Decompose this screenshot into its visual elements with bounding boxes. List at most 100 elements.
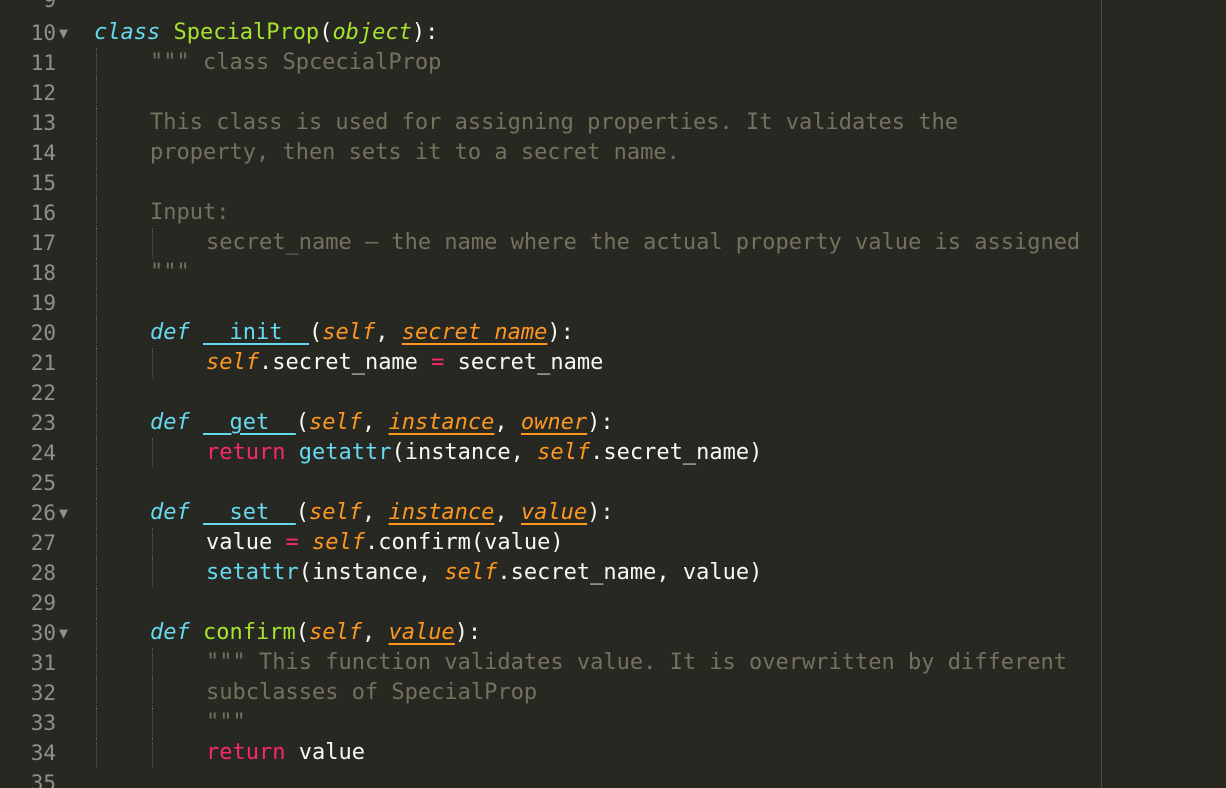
base-class: object xyxy=(332,20,412,45)
indent-guide xyxy=(96,378,97,408)
class-name: SpecialProp xyxy=(173,20,320,45)
punctuation: ( xyxy=(295,500,309,525)
identifier: value xyxy=(285,740,365,765)
self-param: self xyxy=(308,410,362,435)
punctuation: , xyxy=(494,500,521,525)
code-line-30[interactable]: 30 ▼ def confirm(self, value): xyxy=(0,618,1226,648)
code-line-33[interactable]: 33 """ xyxy=(0,708,1226,738)
code-line-10[interactable]: 10 ▼ class SpecialProp(object): xyxy=(0,18,1226,48)
code-line-26[interactable]: 26 ▼ def __set__(self, instance, value): xyxy=(0,498,1226,528)
code-line-24[interactable]: 24 return getattr(instance, self.secret_… xyxy=(0,438,1226,468)
code-line-19[interactable]: 19 xyxy=(0,288,1226,318)
line-number: 34 xyxy=(30,741,56,765)
builtin-call: getattr xyxy=(298,440,392,465)
fold-arrow-icon[interactable]: ▼ xyxy=(59,498,68,528)
code-text: def confirm(self, value): xyxy=(150,618,481,648)
docstring: """ This function validates value. It is… xyxy=(206,650,1067,675)
code-line-29[interactable]: 29 xyxy=(0,588,1226,618)
indent-guide xyxy=(152,348,153,378)
operator: = xyxy=(285,530,299,555)
function-name: __get__ xyxy=(203,410,296,435)
indent-guide xyxy=(96,318,97,348)
line-number: 32 xyxy=(30,681,56,705)
code-line-9[interactable]: 9 xyxy=(0,0,1226,15)
identifier: secret_name xyxy=(444,350,604,375)
self-keyword: self xyxy=(206,350,259,375)
code-line-35[interactable]: 35 xyxy=(0,768,1226,788)
code-text: class SpecialProp(object): xyxy=(94,18,438,48)
punctuation: , xyxy=(375,320,402,345)
line-number: 29 xyxy=(30,591,56,615)
code-line-22[interactable]: 22 xyxy=(0,378,1226,408)
arguments: (instance, xyxy=(391,440,538,465)
punctuation: , xyxy=(361,410,389,435)
self-keyword: self xyxy=(444,560,498,585)
indent-guide xyxy=(96,138,97,168)
line-number: 26 xyxy=(30,501,56,525)
code-line-13[interactable]: 13 This class is used for assigning prop… xyxy=(0,108,1226,138)
function-name: __set__ xyxy=(203,500,296,525)
indent-guide xyxy=(96,498,97,528)
docstring: """ class SpcecialProp xyxy=(150,50,442,75)
punctuation: , xyxy=(494,410,521,435)
line-number: 28 xyxy=(30,561,56,585)
param: value xyxy=(520,500,588,525)
fold-arrow-icon[interactable]: ▼ xyxy=(59,18,68,48)
code-line-34[interactable]: 34 return value xyxy=(0,738,1226,768)
code-line-14[interactable]: 14 property, then sets it to a secret na… xyxy=(0,138,1226,168)
indent-guide xyxy=(96,48,97,78)
code-line-21[interactable]: 21 self.secret_name = secret_name xyxy=(0,348,1226,378)
code-line-32[interactable]: 32 subclasses of SpecialProp xyxy=(0,678,1226,708)
code-line-20[interactable]: 20 def __init__(self, secret_name): xyxy=(0,318,1226,348)
keyword-return: return xyxy=(206,440,286,465)
code-line-25[interactable]: 25 xyxy=(0,468,1226,498)
line-number: 33 xyxy=(30,711,56,735)
indent-guide xyxy=(96,438,97,468)
self-keyword: self xyxy=(537,440,591,465)
code-line-27[interactable]: 27 value = self.confirm(value) xyxy=(0,528,1226,558)
docstring: This class is used for assigning propert… xyxy=(150,110,958,135)
docstring: """ xyxy=(206,710,246,735)
builtin-call: setattr xyxy=(206,560,299,585)
line-number: 23 xyxy=(30,411,56,435)
code-editor[interactable]: 9 10 ▼ class SpecialProp(object): 11 """… xyxy=(0,0,1226,788)
indent-guide xyxy=(96,468,97,498)
indent-guide xyxy=(96,648,97,678)
code-line-11[interactable]: 11 """ class SpcecialProp xyxy=(0,48,1226,78)
line-number: 22 xyxy=(30,381,56,405)
indent-guide xyxy=(96,228,97,258)
code-line-15[interactable]: 15 xyxy=(0,168,1226,198)
line-number: 11 xyxy=(30,51,56,75)
line-number: 12 xyxy=(30,81,56,105)
line-number: 14 xyxy=(30,141,56,165)
indent-guide xyxy=(96,588,97,618)
punctuation: , xyxy=(361,620,389,645)
code-line-18[interactable]: 18 """ xyxy=(0,258,1226,288)
function-name: confirm xyxy=(203,620,296,645)
punctuation: , xyxy=(361,500,389,525)
punctuation: ): xyxy=(454,620,482,645)
code-line-16[interactable]: 16 Input: xyxy=(0,198,1226,228)
code-text: value = self.confirm(value) xyxy=(206,528,564,558)
code-line-28[interactable]: 28 setattr(instance, self.secret_name, v… xyxy=(0,558,1226,588)
docstring: """ xyxy=(150,260,190,285)
code-line-23[interactable]: 23 def __get__(self, instance, owner): xyxy=(0,408,1226,438)
code-line-31[interactable]: 31 """ This function validates value. It… xyxy=(0,648,1226,678)
indent-guide xyxy=(152,738,153,768)
code-line-12[interactable]: 12 xyxy=(0,78,1226,108)
indent-guide xyxy=(152,708,153,738)
self-keyword: self xyxy=(311,530,365,555)
indent-guide xyxy=(96,678,97,708)
code-line-17[interactable]: 17 secret_name – the name where the actu… xyxy=(0,228,1226,258)
line-number: 24 xyxy=(30,441,56,465)
fold-arrow-icon[interactable]: ▼ xyxy=(59,618,68,648)
code-text: self.secret_name = secret_name xyxy=(206,348,603,378)
punctuation: ): xyxy=(587,500,614,525)
code-text: def __set__(self, instance, value): xyxy=(150,498,614,528)
indent-guide xyxy=(152,558,153,588)
indent-guide xyxy=(96,348,97,378)
line-number: 21 xyxy=(30,351,56,375)
code-text: return getattr(instance, self.secret_nam… xyxy=(206,438,762,468)
line-number: 25 xyxy=(30,471,56,495)
